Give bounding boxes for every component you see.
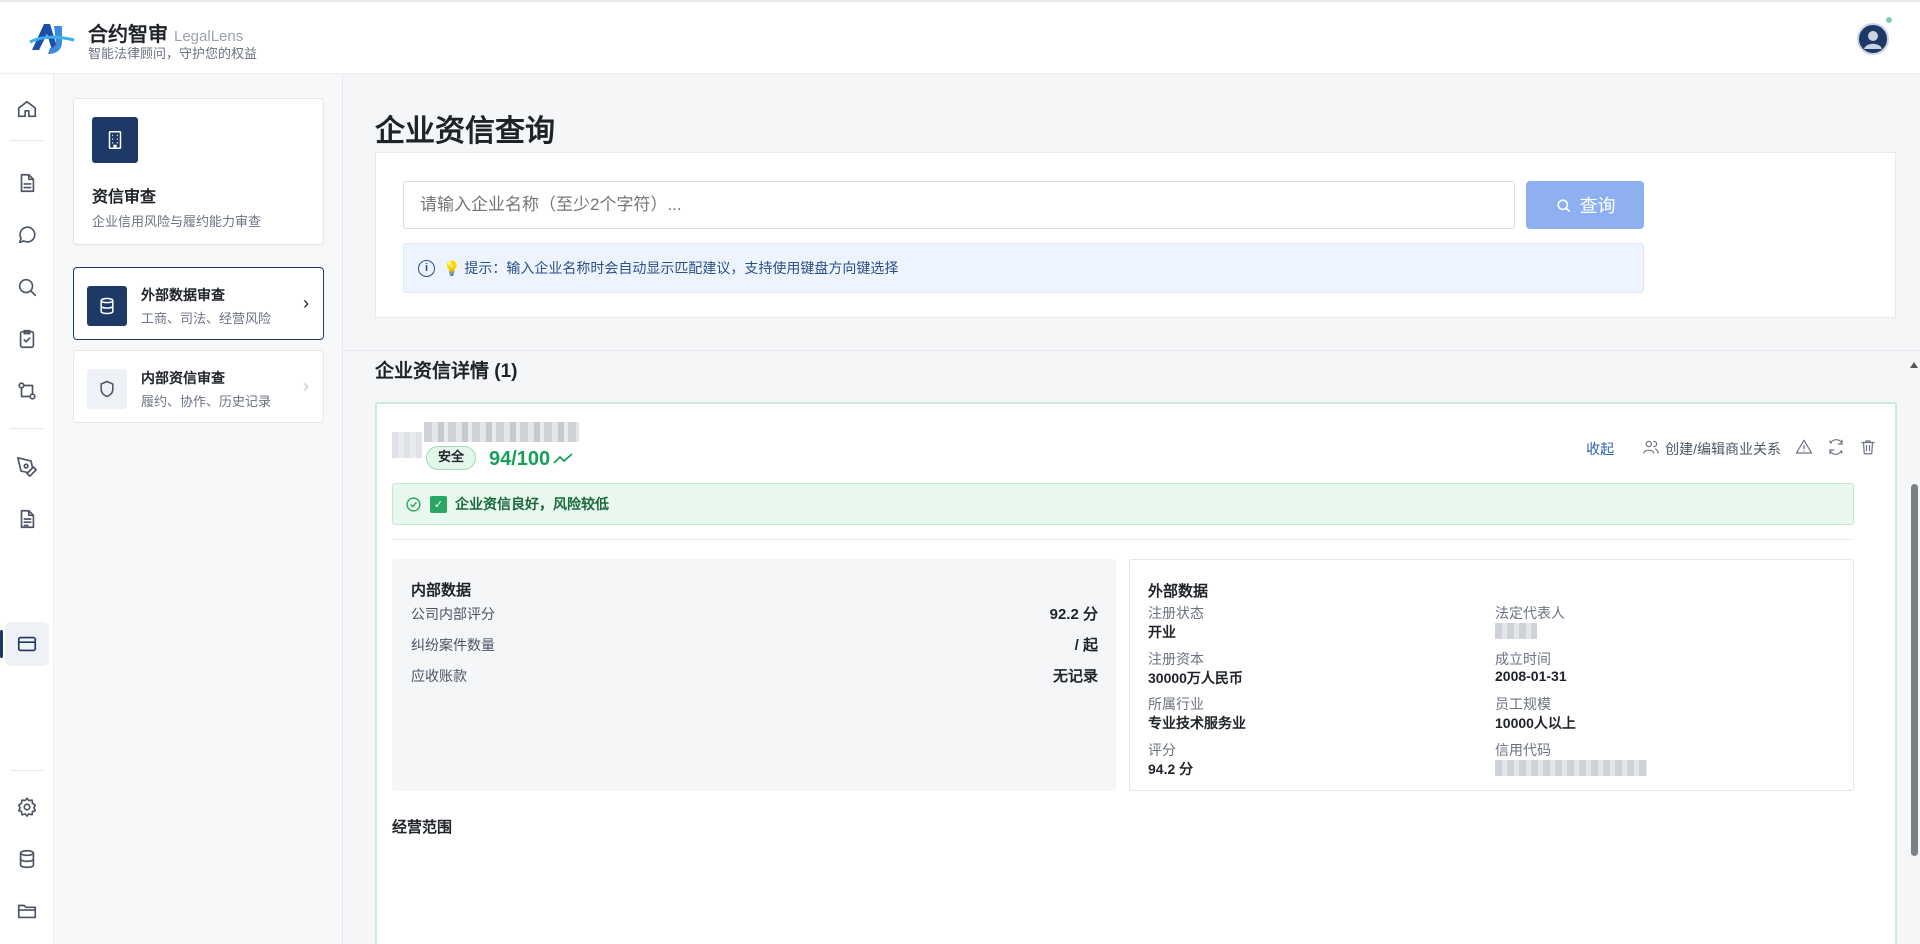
secondary-sidebar: 资信审查 企业信用风险与履约能力审查 外部数据审查 工商、司法、经营风险 › 内… xyxy=(54,74,343,944)
risk-badge: 安全 xyxy=(426,446,476,470)
card-divider xyxy=(392,539,1854,540)
module-title: 资信审查 xyxy=(92,189,157,206)
rail-active-indicator xyxy=(0,630,3,658)
industry-label: 所属行业 xyxy=(1148,696,1204,712)
capital-value: 30000万人民币 xyxy=(1148,670,1243,686)
hint-text: 💡 提示：输入企业名称时会自动显示匹配建议，支持使用键盘方向键选择 xyxy=(443,260,899,276)
sidebar-item-title: 外部数据审查 xyxy=(141,287,225,303)
settings-icon[interactable] xyxy=(14,794,40,820)
rail-divider xyxy=(10,428,44,429)
page-title: 企业资信查询 xyxy=(375,115,555,148)
info-icon: i xyxy=(418,259,435,277)
receivables-label: 应收账款 xyxy=(411,668,467,684)
company-logo-redacted xyxy=(392,432,422,458)
module-subtitle: 企业信用风险与履约能力审查 xyxy=(92,214,262,229)
rail-divider xyxy=(10,770,44,771)
home-icon[interactable] xyxy=(14,96,40,122)
search-button-label: 查询 xyxy=(1579,196,1616,216)
sidebar-item-internal-review[interactable]: 内部资信审查 履约、协作、历史记录 › xyxy=(73,350,324,423)
section-divider xyxy=(343,350,1920,351)
staff-label: 员工规模 xyxy=(1495,696,1551,712)
receivables-value: 无记录 xyxy=(1052,668,1098,685)
dispute-count-value: / 起 xyxy=(1074,637,1098,654)
trending-up-icon xyxy=(553,453,573,464)
rating-label: 评分 xyxy=(1148,742,1176,758)
legal-rep-label: 法定代表人 xyxy=(1495,605,1565,621)
refresh-icon[interactable] xyxy=(1827,438,1845,459)
credit-code-label: 信用代码 xyxy=(1495,742,1551,758)
collapse-link[interactable]: 收起 xyxy=(1586,439,1614,459)
company-search-input[interactable] xyxy=(403,181,1515,229)
scroll-up-arrow-icon[interactable] xyxy=(1910,362,1918,368)
chevron-right-icon: › xyxy=(303,376,309,396)
database-icon xyxy=(87,286,127,326)
internal-score-label: 公司内部评分 xyxy=(411,606,495,622)
main-content: 企业资信查询 查询 i 💡 提示：输入企业名称时会自动显示匹配建议，支持使用键盘… xyxy=(343,74,1920,944)
sidebar-item-subtitle: 工商、司法、经营风险 xyxy=(141,311,272,326)
rating-value: 94.2 分 xyxy=(1148,761,1194,777)
legal-rep-redacted xyxy=(1495,623,1537,639)
user-icon xyxy=(1864,31,1882,49)
company-card: 安全 94/100 收起 创建/编辑商业关系 ✓ 企业资信良好，风险较低 内部数… xyxy=(375,402,1897,944)
check-circle-icon xyxy=(406,496,421,512)
credit-card-icon[interactable] xyxy=(14,631,40,657)
edit-relation-button[interactable]: 创建/编辑商业关系 xyxy=(1642,438,1781,459)
reg-status-label: 注册状态 xyxy=(1148,605,1204,621)
module-card: 资信审查 企业信用风险与履约能力审查 xyxy=(73,98,324,245)
business-scope-title: 经营范围 xyxy=(392,819,453,836)
edit-relation-label: 创建/编辑商业关系 xyxy=(1665,440,1781,457)
search-panel: 查询 i 💡 提示：输入企业名称时会自动显示匹配建议，支持使用键盘方向键选择 xyxy=(375,152,1896,318)
trash-icon[interactable] xyxy=(1859,438,1877,459)
brand-subtitle: 智能法律顾问，守护您的权益 xyxy=(88,46,258,61)
file-text-icon[interactable] xyxy=(14,506,40,532)
logo-icon xyxy=(29,24,75,54)
sidebar-item-subtitle: 履约、协作、历史记录 xyxy=(141,394,272,409)
internal-data-title: 内部数据 xyxy=(411,582,472,599)
git-compare-icon[interactable] xyxy=(14,378,40,404)
app-header: 合约智审 LegalLens 智能法律顾问，守护您的权益 xyxy=(0,0,1920,74)
company-name-redacted xyxy=(424,422,579,442)
external-data-panel: 外部数据 注册状态 开业 法定代表人 注册资本 30000万人民币 成立时间 2… xyxy=(1129,559,1854,791)
internal-score-value: 92.2 分 xyxy=(1049,606,1098,623)
database-icon[interactable] xyxy=(14,846,40,872)
search-icon[interactable] xyxy=(14,274,40,300)
section-title: 企业资信详情 (1) xyxy=(375,361,518,382)
icon-rail xyxy=(0,74,54,944)
capital-label: 注册资本 xyxy=(1148,651,1204,667)
dispute-count-label: 纠纷案件数量 xyxy=(411,637,495,653)
search-hint: i 💡 提示：输入企业名称时会自动显示匹配建议，支持使用键盘方向键选择 xyxy=(403,243,1644,293)
building-icon xyxy=(92,117,138,163)
sidebar-item-external-review[interactable]: 外部数据审查 工商、司法、经营风险 › xyxy=(73,267,324,340)
search-button[interactable]: 查询 xyxy=(1526,181,1644,229)
users-icon xyxy=(1642,438,1660,459)
credit-code-redacted xyxy=(1495,760,1647,776)
founded-value: 2008-01-31 xyxy=(1495,668,1567,684)
status-message-bar: ✓ 企业资信良好，风险较低 xyxy=(392,483,1854,525)
folder-icon[interactable] xyxy=(14,898,40,924)
user-avatar[interactable] xyxy=(1857,23,1889,55)
scroll-thumb[interactable] xyxy=(1911,484,1918,856)
check-box-icon: ✓ xyxy=(430,495,447,513)
chat-icon[interactable] xyxy=(14,222,40,248)
scrollbar[interactable] xyxy=(1908,356,1920,944)
search-icon xyxy=(1556,198,1570,212)
document-icon[interactable] xyxy=(14,170,40,196)
card-actions: 收起 创建/编辑商业关系 xyxy=(1586,438,1877,459)
rail-divider xyxy=(10,140,44,141)
chevron-right-icon: › xyxy=(303,293,309,313)
staff-value: 10000人以上 xyxy=(1495,715,1576,731)
sidebar-item-title: 内部资信审查 xyxy=(141,370,225,386)
online-indicator xyxy=(1886,17,1892,23)
shield-icon xyxy=(87,369,127,409)
alert-triangle-icon[interactable] xyxy=(1795,438,1813,459)
pen-tool-icon[interactable] xyxy=(14,454,40,480)
industry-value: 专业技术服务业 xyxy=(1148,715,1246,731)
reg-status-value: 开业 xyxy=(1148,624,1176,640)
clipboard-check-icon[interactable] xyxy=(14,326,40,352)
credit-score: 94/100 xyxy=(489,448,551,470)
founded-label: 成立时间 xyxy=(1495,651,1551,667)
external-data-title: 外部数据 xyxy=(1148,583,1209,600)
status-message: 企业资信良好，风险较低 xyxy=(455,496,609,512)
internal-data-panel: 内部数据 公司内部评分 92.2 分 纠纷案件数量 / 起 应收账款 无记录 xyxy=(392,559,1116,791)
